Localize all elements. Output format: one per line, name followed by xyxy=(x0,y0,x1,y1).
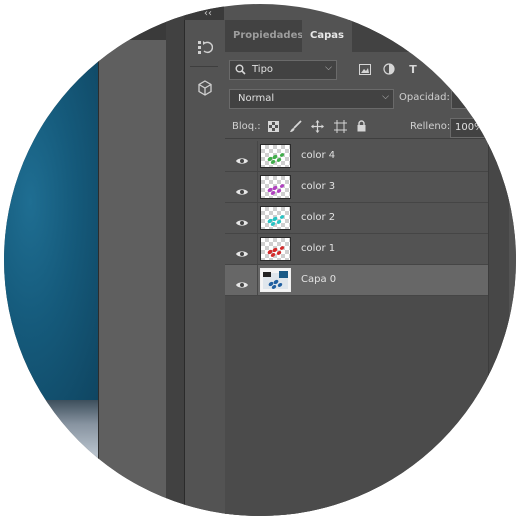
app-window: ‹‹ Propiedades Capas Tipo ⌵ T Normal ⌵ O… xyxy=(4,4,516,516)
visibility-eye-icon[interactable] xyxy=(235,275,249,288)
document-canvas-bottom xyxy=(4,400,100,516)
layer-name: color 3 xyxy=(301,181,336,192)
layer-row[interactable]: color 1 xyxy=(225,234,488,265)
visibility-eye-icon[interactable] xyxy=(235,182,249,195)
panel-gutter xyxy=(166,4,184,516)
blend-mode-select[interactable]: Normal ⌵ xyxy=(229,89,394,109)
layers-empty-area xyxy=(225,296,488,516)
lock-artboard-icon[interactable] xyxy=(333,119,347,133)
layers-scrollbar[interactable] xyxy=(488,139,509,516)
search-icon xyxy=(235,64,246,78)
layer-row[interactable]: color 4 xyxy=(225,141,488,172)
lock-image-pixels-icon[interactable] xyxy=(288,119,302,133)
image-filter-icon[interactable] xyxy=(358,62,372,76)
layer-row[interactable]: color 2 xyxy=(225,203,488,234)
lock-transparent-pixels-icon[interactable] xyxy=(266,119,280,133)
layer-thumbnail xyxy=(260,237,291,261)
layer-thumbnail xyxy=(260,268,291,292)
workspace-top-bar xyxy=(4,4,180,40)
eye-column-divider xyxy=(257,203,258,233)
panel-tab-bar: Propiedades Capas xyxy=(225,20,516,52)
eye-column-divider xyxy=(257,172,258,202)
dock-separator xyxy=(190,66,218,67)
eye-column-divider xyxy=(257,141,258,171)
blend-mode-value: Normal xyxy=(238,93,275,104)
layer-name: color 4 xyxy=(301,150,336,161)
chevron-down-icon: ⌵ xyxy=(382,92,389,102)
history-panel-icon[interactable] xyxy=(194,36,216,58)
adjustment-filter-icon[interactable] xyxy=(382,62,396,76)
tab-properties[interactable]: Propiedades xyxy=(225,20,311,52)
opacity-field[interactable] xyxy=(451,89,511,109)
layer-row[interactable]: Capa 0 xyxy=(225,265,488,296)
type-filter-icon[interactable]: T xyxy=(406,62,420,76)
layer-name: color 2 xyxy=(301,212,336,223)
document-canvas[interactable] xyxy=(4,40,100,400)
eye-column-divider xyxy=(257,234,258,264)
eye-column-divider xyxy=(257,265,258,295)
layer-row[interactable]: color 3 xyxy=(225,172,488,203)
layer-thumbnail xyxy=(260,144,291,168)
pasteboard-area xyxy=(98,40,167,516)
opacity-label: Opacidad: xyxy=(399,92,450,103)
lock-all-icon[interactable] xyxy=(354,119,368,133)
tab-layers[interactable]: Capas xyxy=(302,20,352,52)
layer-filter-select[interactable]: Tipo ⌵ xyxy=(229,60,337,80)
layer-name: color 1 xyxy=(301,243,336,254)
layer-thumbnail xyxy=(260,206,291,230)
layer-filter-value: Tipo xyxy=(252,64,274,75)
layer-thumbnail xyxy=(260,175,291,199)
lock-label: Bloq.: xyxy=(232,121,261,132)
visibility-eye-icon[interactable] xyxy=(235,244,249,257)
visibility-eye-icon[interactable] xyxy=(235,151,249,164)
fill-field[interactable]: 100% xyxy=(450,118,510,138)
chevron-down-icon: ⌵ xyxy=(325,63,332,73)
lock-position-icon[interactable] xyxy=(310,119,324,133)
collapse-panels-icon[interactable]: ‹‹ xyxy=(204,8,212,20)
3d-panel-icon[interactable] xyxy=(194,77,216,99)
visibility-eye-icon[interactable] xyxy=(235,213,249,226)
panel-separator xyxy=(225,138,516,139)
layer-name: Capa 0 xyxy=(301,274,337,285)
fill-label: Relleno: xyxy=(410,121,451,132)
